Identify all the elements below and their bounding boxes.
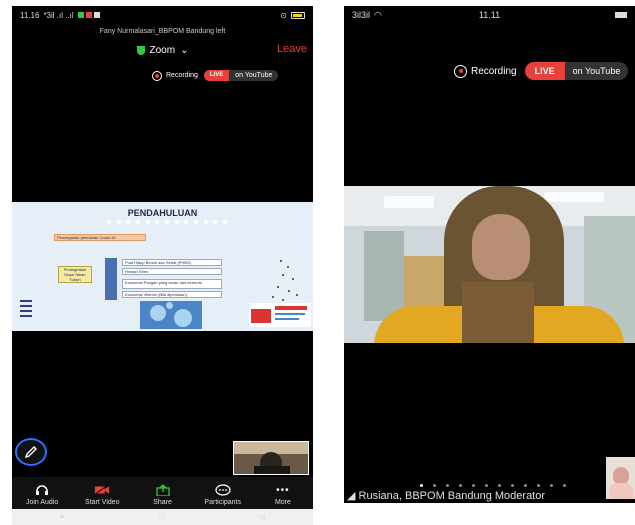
alarm-icon: ⊙ (280, 10, 287, 20)
slide-brace (105, 258, 117, 300)
youtube-label: on YouTube (564, 62, 629, 80)
status-bar: 3il3il ◠ 11.11 (344, 6, 635, 24)
video-off-icon (94, 484, 110, 496)
join-audio-label: Join Audio (25, 499, 59, 506)
status-bar: 11.16 *3il .ıl ..ıl ⊙ (12, 6, 313, 24)
notification-icons (77, 12, 100, 18)
zoom-title-button[interactable]: Zoom ⌄ (12, 42, 313, 58)
share-button[interactable]: Share (132, 477, 192, 509)
youtube-label: on YouTube (229, 70, 279, 81)
speaker-video (344, 186, 635, 343)
more-icon: ••• (276, 484, 290, 496)
signal-icon: *3il .ıl ..ıl (43, 10, 74, 20)
recording-indicator[interactable]: Recording LIVE on YouTube (454, 62, 629, 80)
recording-label: Recording (471, 65, 517, 77)
annotate-button[interactable] (15, 438, 47, 466)
meeting-toolbar: Join Audio Start Video Share Participant… (12, 477, 313, 509)
leave-button[interactable]: Leave (277, 43, 307, 55)
speaker-name-label: ◢ Rusiana, BBPOM Bandung Moderator (347, 489, 545, 502)
participants-button[interactable]: Participants (193, 477, 253, 509)
more-button[interactable]: ••• More (253, 477, 313, 509)
app-title: Zoom (149, 44, 176, 56)
self-video-thumbnail[interactable] (606, 457, 635, 499)
recording-label: Recording (166, 72, 198, 79)
home-nav-icon[interactable]: □ (160, 514, 164, 521)
battery-icon (291, 11, 305, 19)
status-time: 11.11 (478, 10, 501, 20)
shared-slide: PENDAHULUAN Pencegahan penularan Covid-1… (12, 202, 313, 331)
share-label: Share (153, 499, 172, 506)
back-nav-icon[interactable]: ◁ (260, 513, 265, 521)
shield-icon (136, 45, 145, 55)
live-pill[interactable]: LIVE on YouTube (524, 62, 629, 80)
share-icon (155, 484, 171, 496)
chevron-down-icon: ⌄ (180, 44, 189, 56)
recording-indicator[interactable]: Recording LIVE on YouTube (152, 70, 279, 81)
slide-item: Pola Hidup Bersih dan Sehat (PHBS) (122, 259, 222, 266)
start-video-label: Start Video (85, 499, 120, 506)
more-label: More (274, 499, 291, 506)
mic-icon: ◢ (347, 490, 356, 502)
left-phone-screen: 11.16 *3il .ıl ..ıl ⊙ Fany Nurmalasari_B… (12, 6, 313, 509)
participants-label: Participants (204, 499, 241, 506)
record-icon (152, 70, 162, 81)
menu-nav-icon[interactable]: ≡ (60, 514, 64, 521)
slide-item: Hindari Stres (122, 268, 222, 275)
android-nav-bar: ≡ □ ◁ (12, 509, 313, 525)
record-icon (454, 64, 467, 78)
start-video-button[interactable]: Start Video (72, 477, 132, 509)
self-video-thumbnail[interactable] (233, 441, 309, 475)
headphones-icon (34, 484, 50, 496)
join-audio-button[interactable]: Join Audio (12, 477, 72, 509)
page-indicator[interactable] (420, 484, 566, 487)
live-pill[interactable]: LIVE on YouTube (203, 70, 279, 81)
slide-prevention-box: Pencegahan penularan Covid-19 (54, 234, 146, 241)
slide-boost-box: Peningkatan Daya Tahan Tubuh (58, 266, 92, 283)
slide-decoration (106, 219, 228, 225)
speaker-name: Rusiana, BBPOM Bandung Moderator (358, 490, 546, 502)
meeting-title: Fany Nurmalasari_BBPOM Bandung left (99, 28, 226, 35)
slide-item: Konsumsi Pangan yang aman dan bermutu (122, 279, 222, 289)
live-badge: LIVE (524, 62, 565, 80)
status-time: 11.16 (20, 10, 40, 20)
pencil-icon (24, 446, 37, 459)
right-phone-screen: 3il3il ◠ 11.11 Recording LIVE on YouTube… (344, 6, 635, 503)
slide-title: PENDAHULUAN (127, 208, 198, 218)
slide-banner-image (249, 303, 311, 327)
virus-image (140, 301, 202, 329)
slide-chevrons (20, 300, 32, 320)
participants-icon (215, 484, 231, 496)
live-badge: LIVE (203, 70, 230, 81)
slide-item: Konsumsi Vitamin (Bila diperlukan) (122, 291, 222, 298)
